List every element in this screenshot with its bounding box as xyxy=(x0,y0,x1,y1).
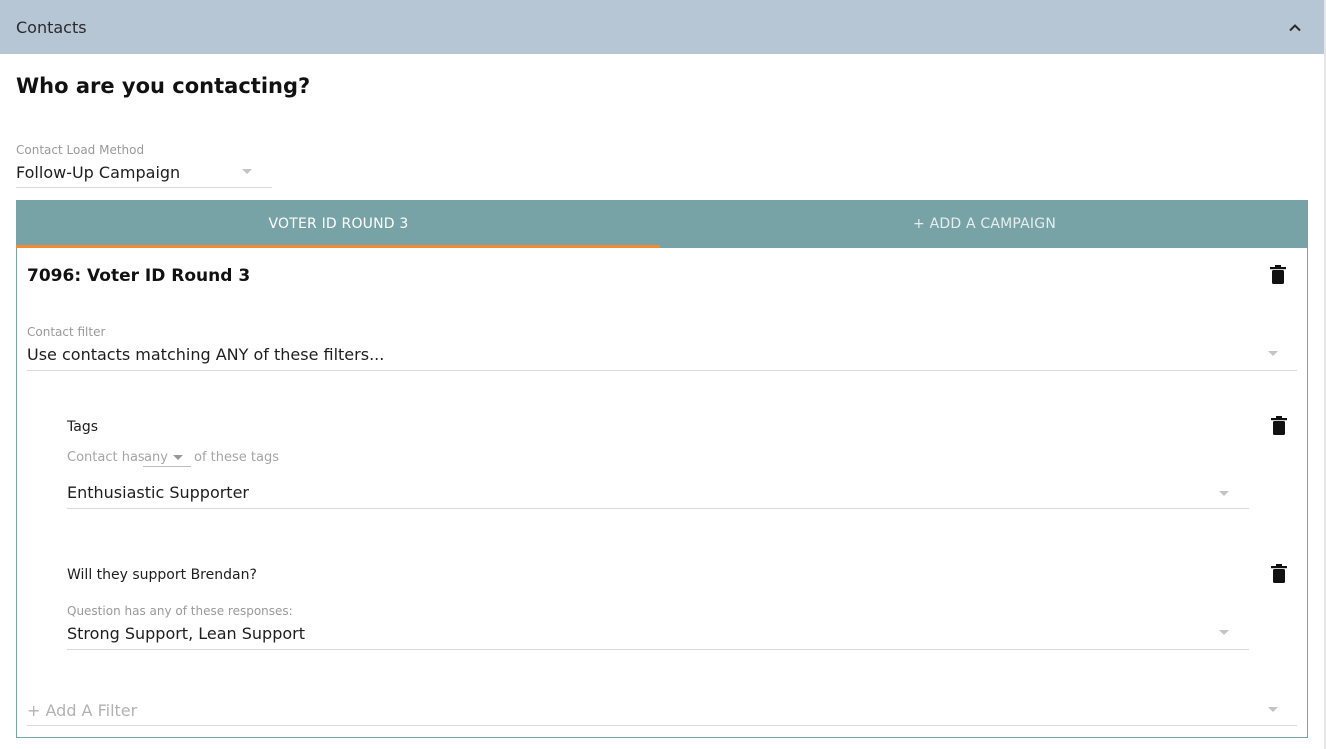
load-method-underline xyxy=(16,187,272,188)
dropdown-caret-icon[interactable] xyxy=(1268,351,1278,356)
tag-mode-select[interactable]: any xyxy=(143,448,191,467)
add-filter-underline xyxy=(27,725,1297,726)
tab-voter-id-round-3[interactable]: VOTER ID ROUND 3 xyxy=(16,200,661,248)
dropdown-caret-icon[interactable] xyxy=(1268,707,1278,712)
filter-title-question: Will they support Brendan? xyxy=(67,567,257,583)
section-header[interactable]: Contacts xyxy=(0,0,1324,54)
dropdown-caret-icon[interactable] xyxy=(1219,630,1229,635)
responses-value: Strong Support, Lean Support xyxy=(67,624,306,643)
trash-icon[interactable] xyxy=(1271,416,1287,436)
load-method-select[interactable]: Follow-Up Campaign xyxy=(16,163,272,188)
tags-value: Enthusiastic Supporter xyxy=(67,483,249,502)
dropdown-caret-icon xyxy=(173,455,183,460)
chevron-up-icon[interactable] xyxy=(1287,20,1303,36)
dropdown-caret-icon[interactable] xyxy=(242,169,252,174)
tag-mode-value: any xyxy=(144,450,168,465)
load-method-label: Contact Load Method xyxy=(16,143,145,157)
load-method-value: Follow-Up Campaign xyxy=(16,163,181,182)
contact-filter-label: Contact filter xyxy=(27,325,106,339)
tags-suffix: of these tags xyxy=(194,450,279,465)
campaign-tabs: VOTER ID ROUND 3 + ADD A CAMPAIGN xyxy=(16,200,1308,248)
contact-filter-value: Use contacts matching ANY of these filte… xyxy=(27,345,385,364)
responses-select[interactable]: Strong Support, Lean Support xyxy=(67,624,1249,649)
tags-underline xyxy=(67,508,1249,509)
tags-select[interactable]: Enthusiastic Supporter xyxy=(67,483,1249,508)
contact-filter-select[interactable]: Use contacts matching ANY of these filte… xyxy=(27,345,1297,370)
section-title: Contacts xyxy=(16,18,87,37)
trash-icon[interactable] xyxy=(1271,564,1287,584)
campaign-title: 7096: Voter ID Round 3 xyxy=(27,266,251,286)
trash-icon[interactable] xyxy=(1270,265,1286,285)
tab-add-campaign[interactable]: + ADD A CAMPAIGN xyxy=(661,200,1308,248)
add-filter-select[interactable]: + Add A Filter xyxy=(27,701,137,720)
filter-title-tags: Tags xyxy=(67,419,98,435)
tags-prefix: Contact has xyxy=(67,450,145,465)
responses-underline xyxy=(67,649,1249,650)
page-title: Who are you contacting? xyxy=(16,74,311,98)
dropdown-caret-icon[interactable] xyxy=(1219,491,1229,496)
contact-filter-underline xyxy=(27,370,1297,371)
question-label: Question has any of these responses: xyxy=(67,604,293,618)
contacts-section: Contacts Who are you contacting? Contact… xyxy=(0,0,1326,749)
